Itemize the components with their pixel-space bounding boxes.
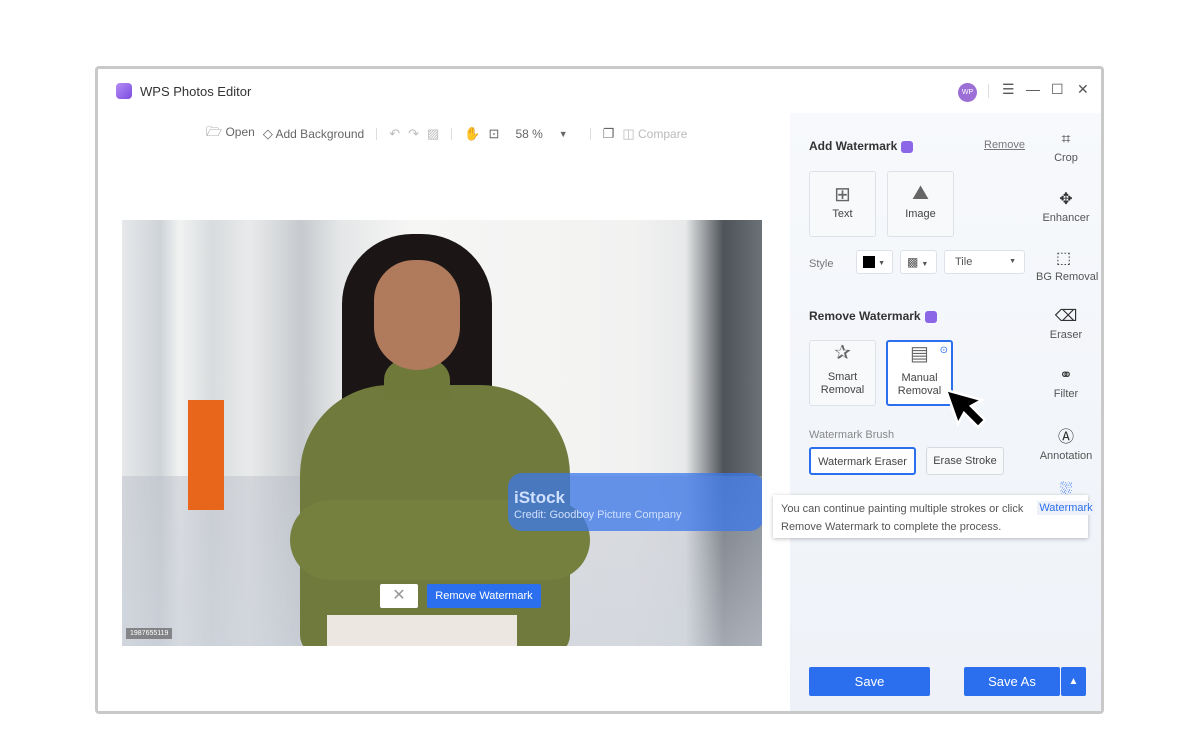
save-as-button[interactable]: Save As xyxy=(964,667,1060,696)
tool-label: Eraser xyxy=(1049,329,1083,341)
smart-label-2: Removal xyxy=(820,384,865,396)
color-picker[interactable]: ▼ xyxy=(856,250,893,274)
mouse-cursor-icon xyxy=(944,388,987,429)
premium-badge-icon xyxy=(924,310,937,323)
add-background-button[interactable]: ◇ Add Background xyxy=(263,126,364,142)
image-add-icon: ⛰ xyxy=(912,182,929,204)
tooltip-line-2: Remove Watermark to complete the process… xyxy=(781,521,1002,533)
layout-select[interactable]: Tile ▼ xyxy=(944,250,1025,274)
premium-badge-icon xyxy=(901,140,914,153)
app-title: WPS Photos Editor xyxy=(140,84,252,99)
divider xyxy=(589,128,591,140)
compare-icon: ◫ xyxy=(622,126,635,141)
text-label: Text xyxy=(832,208,853,220)
manual-label-1: Manual xyxy=(901,372,938,384)
tool-watermark[interactable]: ⛆ Watermark xyxy=(1026,481,1101,515)
annotation-icon: Ⓐ xyxy=(1057,429,1074,446)
tool-crop[interactable]: ⌗ Crop xyxy=(1026,131,1101,164)
redo-icon[interactable]: ↷ xyxy=(408,126,419,142)
toolbar: 🗁 Open ◇ Add Background ↶ ↷ ▨ ✋ ⊡ 58 % ▼… xyxy=(206,123,687,145)
tool-label: Annotation xyxy=(1039,450,1093,462)
opacity-picker[interactable]: ▩ ▼ xyxy=(900,250,937,274)
tool-label: Enhancer xyxy=(1042,212,1090,224)
photo-canvas[interactable]: iStock Credit: Goodboy Picture Company 1… xyxy=(122,220,762,646)
tool-eraser[interactable]: ⌫ Eraser xyxy=(1026,306,1101,341)
text-add-icon: ⊞ xyxy=(834,184,851,206)
hand-icon[interactable]: ✋ xyxy=(464,126,480,142)
color-swatch xyxy=(863,256,875,269)
text-watermark-button[interactable]: ⊞ Text xyxy=(809,171,876,237)
avatar[interactable]: WP xyxy=(958,83,977,102)
remove-watermark-label: Remove Watermark xyxy=(809,309,921,323)
tile-value: Tile xyxy=(955,256,973,268)
remove-link[interactable]: Remove xyxy=(984,139,1025,151)
app-logo-icon xyxy=(116,83,132,99)
tool-label: Filter xyxy=(1053,388,1079,400)
copy-icon[interactable]: ❐ xyxy=(603,126,615,142)
tool-annotation[interactable]: Ⓐ Annotation xyxy=(1026,423,1101,462)
close-icon[interactable]: ✕ xyxy=(1077,81,1089,98)
watermark-eraser-button[interactable]: Watermark Eraser xyxy=(809,447,916,475)
crop-icon: ⌗ xyxy=(1061,131,1071,148)
paint-bucket-icon: ◇ xyxy=(262,126,273,141)
image-watermark-button[interactable]: ⛰ Image xyxy=(887,171,954,237)
open-button[interactable]: 🗁 Open xyxy=(206,123,255,145)
watermark-brush-label: Watermark Brush xyxy=(809,429,895,441)
watermark-icon: ⛆ xyxy=(1059,481,1073,498)
add-background-label: Add Background xyxy=(275,127,365,141)
chevron-down-icon: ▼ xyxy=(921,261,929,268)
minimize-icon[interactable]: — xyxy=(1026,81,1040,97)
style-label: Style xyxy=(809,258,834,270)
divider xyxy=(988,84,989,98)
tool-label: BG Removal xyxy=(1036,271,1099,283)
manual-removal-button[interactable]: ⊙ ▤ Manual Removal xyxy=(886,340,953,406)
photo-pants xyxy=(327,615,517,646)
compare-button[interactable]: ◫ Compare xyxy=(622,126,687,142)
title-bar: WPS Photos Editor WP ☰ — ☐ ✕ xyxy=(98,69,1101,113)
cancel-button[interactable]: ✕ xyxy=(380,584,418,608)
zoom-level[interactable]: 58 % xyxy=(515,127,542,141)
zoom-dropdown-icon[interactable]: ▼ xyxy=(559,129,568,139)
smart-removal-button[interactable]: ✰ Smart Removal xyxy=(809,340,876,406)
save-as-dropdown-icon[interactable]: ▲ xyxy=(1061,667,1086,696)
undo-icon[interactable]: ↶ xyxy=(389,126,400,142)
image-id: 1987655119 xyxy=(126,628,173,639)
open-label: Open xyxy=(225,125,255,139)
filter-icon: ⚭ xyxy=(1059,367,1073,384)
photo-orange-object xyxy=(188,400,224,510)
add-watermark-label: Add Watermark xyxy=(809,139,898,153)
checker-icon: ▩ xyxy=(907,255,919,269)
photo-face xyxy=(374,260,460,370)
smart-removal-icon: ✰ xyxy=(834,342,851,364)
remove-watermark-button[interactable]: Remove Watermark xyxy=(427,584,541,608)
manual-label-2: Removal xyxy=(897,385,942,397)
smart-label-1: Smart xyxy=(827,371,858,383)
enhancer-icon: ✥ xyxy=(1059,191,1073,208)
play-icon[interactable]: ⊙ xyxy=(940,344,948,357)
save-button[interactable]: Save xyxy=(809,667,930,696)
watermark-credit: Credit: Goodboy Picture Company xyxy=(514,509,682,521)
remove-watermark-heading: Remove Watermark xyxy=(809,309,937,323)
add-watermark-heading: Add Watermark xyxy=(809,139,914,153)
image-label: Image xyxy=(905,208,936,220)
menu-icon[interactable]: ☰ xyxy=(1002,81,1015,98)
maximize-icon[interactable]: ☐ xyxy=(1051,81,1064,98)
tool-enhancer[interactable]: ✥ Enhancer xyxy=(1026,189,1101,224)
actual-size-icon[interactable]: ⊡ xyxy=(489,126,500,142)
bg-removal-icon: ⬚ xyxy=(1056,250,1072,267)
watermark-title: iStock xyxy=(514,488,566,507)
tool-bg-removal[interactable]: ⬚ BG Removal xyxy=(1026,248,1101,283)
tool-filter[interactable]: ⚭ Filter xyxy=(1026,365,1101,400)
tool-label: Watermark xyxy=(1037,501,1095,515)
folder-icon: 🗁 xyxy=(206,124,223,139)
chevron-down-icon: ▼ xyxy=(878,260,885,267)
eraser-icon: ⌫ xyxy=(1054,308,1078,325)
chevron-down-icon: ▼ xyxy=(1009,258,1016,265)
compare-label: Compare xyxy=(638,127,688,141)
erase-stroke-button[interactable]: Erase Stroke xyxy=(926,447,1004,475)
tool-label: Crop xyxy=(1054,152,1078,164)
divider xyxy=(376,128,378,140)
image-icon[interactable]: ▨ xyxy=(427,126,439,142)
divider xyxy=(451,128,453,140)
